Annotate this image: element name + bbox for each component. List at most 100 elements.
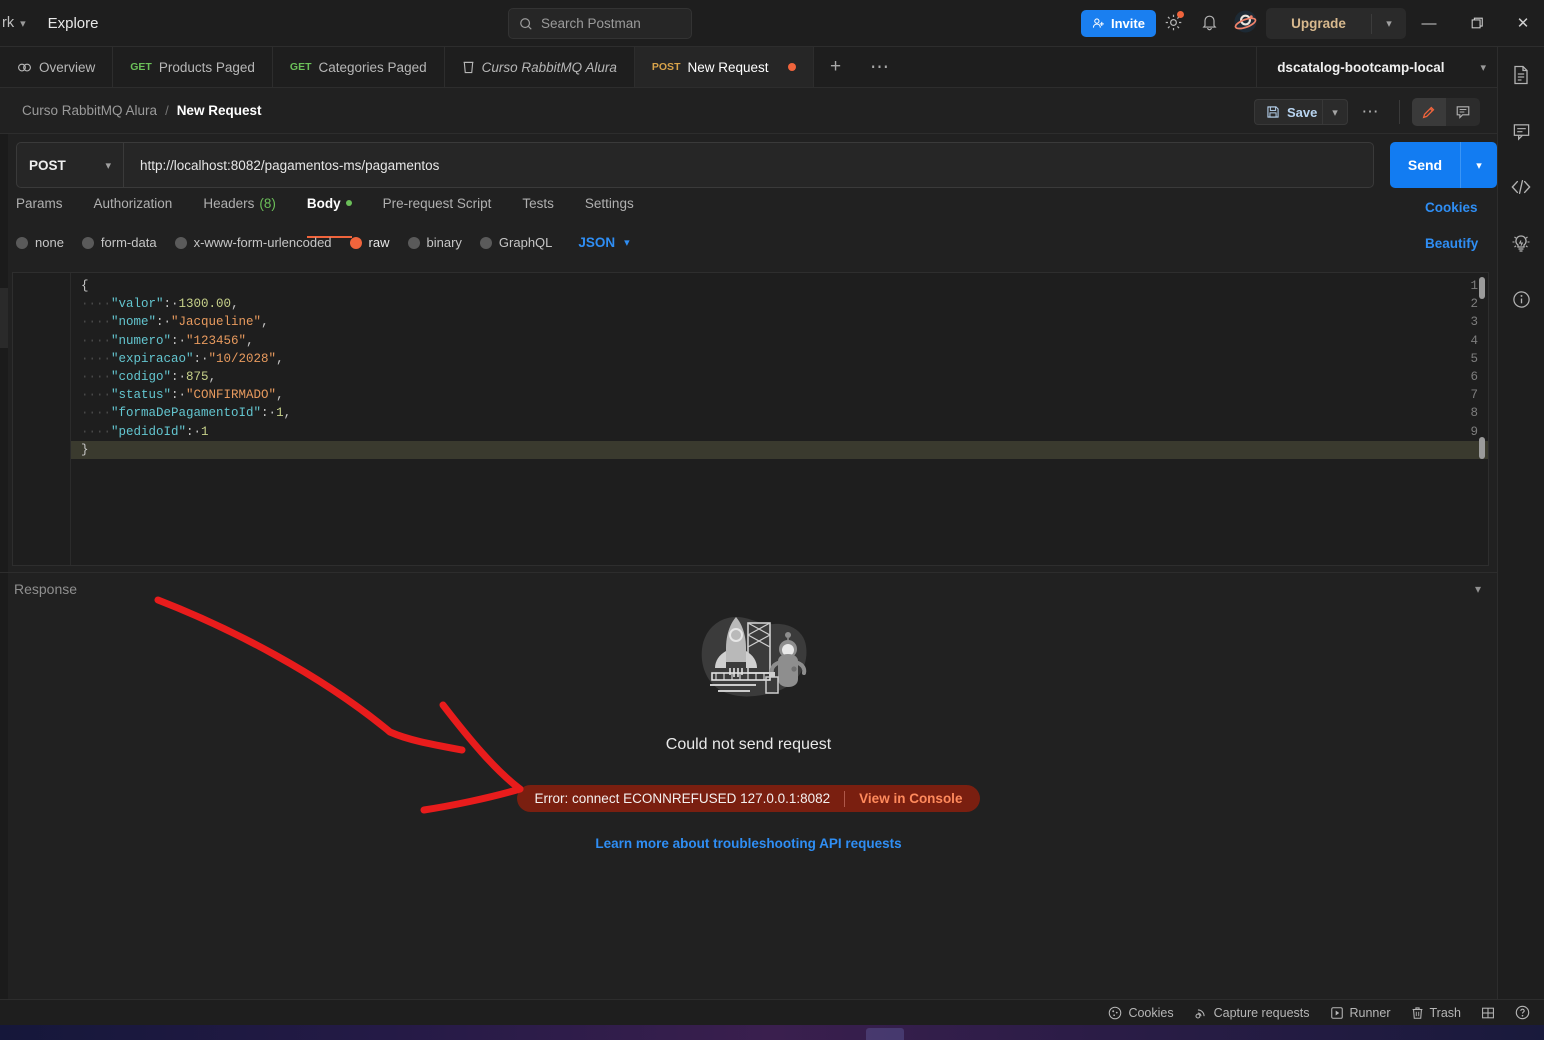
lightbulb-icon[interactable] [1506,229,1536,257]
statusbar-help-button[interactable] [1515,1005,1530,1020]
tab-overview[interactable]: Overview [0,47,114,87]
tab-label: New Request [687,59,769,75]
editor-scrollbar-thumb-bottom[interactable] [1479,437,1485,459]
close-icon[interactable]: ✕ [1508,10,1538,36]
breadcrumb-parent[interactable]: Curso RabbitMQ Alura [0,103,157,118]
editor-line[interactable]: ····"numero":·"123456", [81,332,254,350]
tab-categories-paged[interactable]: GET Categories Paged [273,47,445,87]
editor-line[interactable]: ····"formaDePagamentoId":·1, [81,404,291,422]
taskbar-window-chip[interactable] [866,1028,904,1040]
upgrade-label: Upgrade [1291,16,1346,31]
invite-button[interactable]: Invite [1081,10,1156,37]
statusbar-label: Runner [1349,1005,1391,1020]
code-token: :· [261,406,277,421]
code-token: "123456" [186,333,247,348]
statusbar-trash-button[interactable]: Trash [1411,1006,1461,1020]
beautify-link[interactable]: Beautify [1425,236,1478,251]
comment-icon [1456,106,1470,119]
body-type-none[interactable]: none [16,235,64,250]
code-token: "Jacqueline" [171,315,262,330]
edit-mode-button[interactable] [1412,98,1446,126]
statusbar-capture-requests-button[interactable]: Capture requests [1194,1006,1310,1020]
editor-line[interactable]: ····"codigo":·875, [81,368,216,386]
tab-tests[interactable]: Tests [522,196,554,228]
tab-curso-rabbitmq-alura[interactable]: Curso RabbitMQ Alura [445,47,635,87]
raw-format-selector[interactable]: JSON ▾ [578,235,629,250]
code-token: ···· [81,351,112,366]
statusbar-label: Capture requests [1213,1005,1310,1020]
new-tab-button[interactable]: + [814,47,858,87]
editor-line[interactable]: ····"valor":·1300.00, [81,295,239,313]
comment-mode-button[interactable] [1446,98,1480,126]
send-button[interactable]: Send [1390,142,1460,188]
editor-line[interactable]: } [71,440,1488,459]
code-token: "valor" [111,297,164,312]
editor-line[interactable]: { [81,277,89,295]
code-token: :· [171,370,187,384]
search-input[interactable]: Search Postman [508,8,692,39]
code-token: "formaDePagamentoId" [111,406,262,421]
chevron-down-icon[interactable]: ▾ [1372,17,1406,30]
save-options-chevron-down-icon[interactable]: ▾ [1322,99,1348,125]
pencil-icon [1422,106,1435,119]
unsaved-indicator-dot[interactable] [787,63,796,71]
upgrade-control[interactable]: Upgrade ▾ [1266,8,1406,39]
environment-selector[interactable]: dscatalog-bootcamp-local ▾ [1257,47,1500,87]
tab-products-paged[interactable]: GET Products Paged [113,47,273,87]
comment-icon[interactable] [1506,117,1536,145]
response-collapse-chevron-down-icon[interactable]: ▾ [1475,582,1481,596]
tab-body[interactable]: Body [306,196,352,238]
body-code-editor[interactable]: 12345678910 {····"valor":·1300.00,····"n… [12,272,1489,566]
info-icon[interactable] [1506,285,1536,313]
editor-line[interactable]: ····"status":·"CONFIRMADO", [81,386,284,404]
workspace-switcher[interactable]: rk ▾ Explore [0,15,98,32]
tab-pre-request-script[interactable]: Pre-request Script [383,196,492,228]
request-more-options-button[interactable]: ⋯ [1356,99,1384,125]
body-type-form-data[interactable]: form-data [81,235,157,250]
code-token: { [81,279,89,293]
tab-label: Body [306,196,341,211]
gear-icon[interactable] [1164,11,1184,37]
radio-icon [16,236,28,249]
editor-line[interactable]: ····"pedidoId":·1 [81,423,209,441]
top-bar: rk ▾ Explore Search Postman Invite Upgra… [0,0,1544,47]
statusbar-runner-button[interactable]: Runner [1330,1006,1391,1020]
body-type-graphql[interactable]: GraphQL [479,235,552,250]
editor-line[interactable]: ····"nome":·"Jacqueline", [81,313,269,331]
statusbar-cookies-button[interactable]: Cookies [1108,1006,1174,1020]
method-selector[interactable]: POST ▾ [16,142,123,188]
tab-options-button[interactable]: ⋯ [858,47,902,87]
save-button[interactable]: Save [1254,99,1329,125]
sidebar-grip[interactable] [0,288,8,348]
postman-window: rk ▾ Explore Search Postman Invite Upgra… [0,0,1544,1040]
cookies-link[interactable]: Cookies [1425,200,1478,215]
document-icon[interactable] [1506,61,1536,89]
tab-settings[interactable]: Settings [585,196,634,228]
code-token: :· [171,333,187,348]
body-type-raw[interactable]: raw [349,235,390,250]
editor-scrollbar-thumb-top[interactable] [1479,277,1485,299]
explore-link[interactable]: Explore [48,15,99,32]
tab-method: GET [289,61,312,73]
url-input[interactable]: http://localhost:8082/pagamentos-ms/paga… [123,142,1374,188]
tab-headers[interactable]: Headers (8) [203,196,276,228]
maximize-icon[interactable] [1462,10,1492,36]
response-empty-state: Could not send request Error: connect EC… [0,605,1497,1005]
body-type-binary[interactable]: binary [407,235,462,250]
tab-new-request[interactable]: POST New Request [634,47,814,87]
body-type-x-www-form-urlencoded[interactable]: x-www-form-urlencoded [174,235,332,250]
bell-icon[interactable] [1201,13,1218,36]
code-icon[interactable] [1506,173,1536,201]
planet-avatar-icon[interactable] [1234,10,1257,38]
view-in-console-link[interactable]: View in Console [859,791,962,806]
code-token: , [276,351,284,366]
editor-code-area[interactable]: { ····"valor":·1300.00, ····"nome":·"Jacqu… [71,273,1488,565]
tab-authorization[interactable]: Authorization [94,196,173,228]
editor-line[interactable]: ····"expiracao":·"10/2028", [81,350,284,368]
tab-params[interactable]: Params [16,196,63,228]
send-options-chevron-down-icon[interactable]: ▾ [1460,142,1497,188]
statusbar-layout-button[interactable] [1481,1006,1495,1020]
code-token: ···· [81,333,112,348]
minimize-icon[interactable]: — [1414,10,1444,36]
learn-more-link[interactable]: Learn more about troubleshooting API req… [595,836,901,851]
